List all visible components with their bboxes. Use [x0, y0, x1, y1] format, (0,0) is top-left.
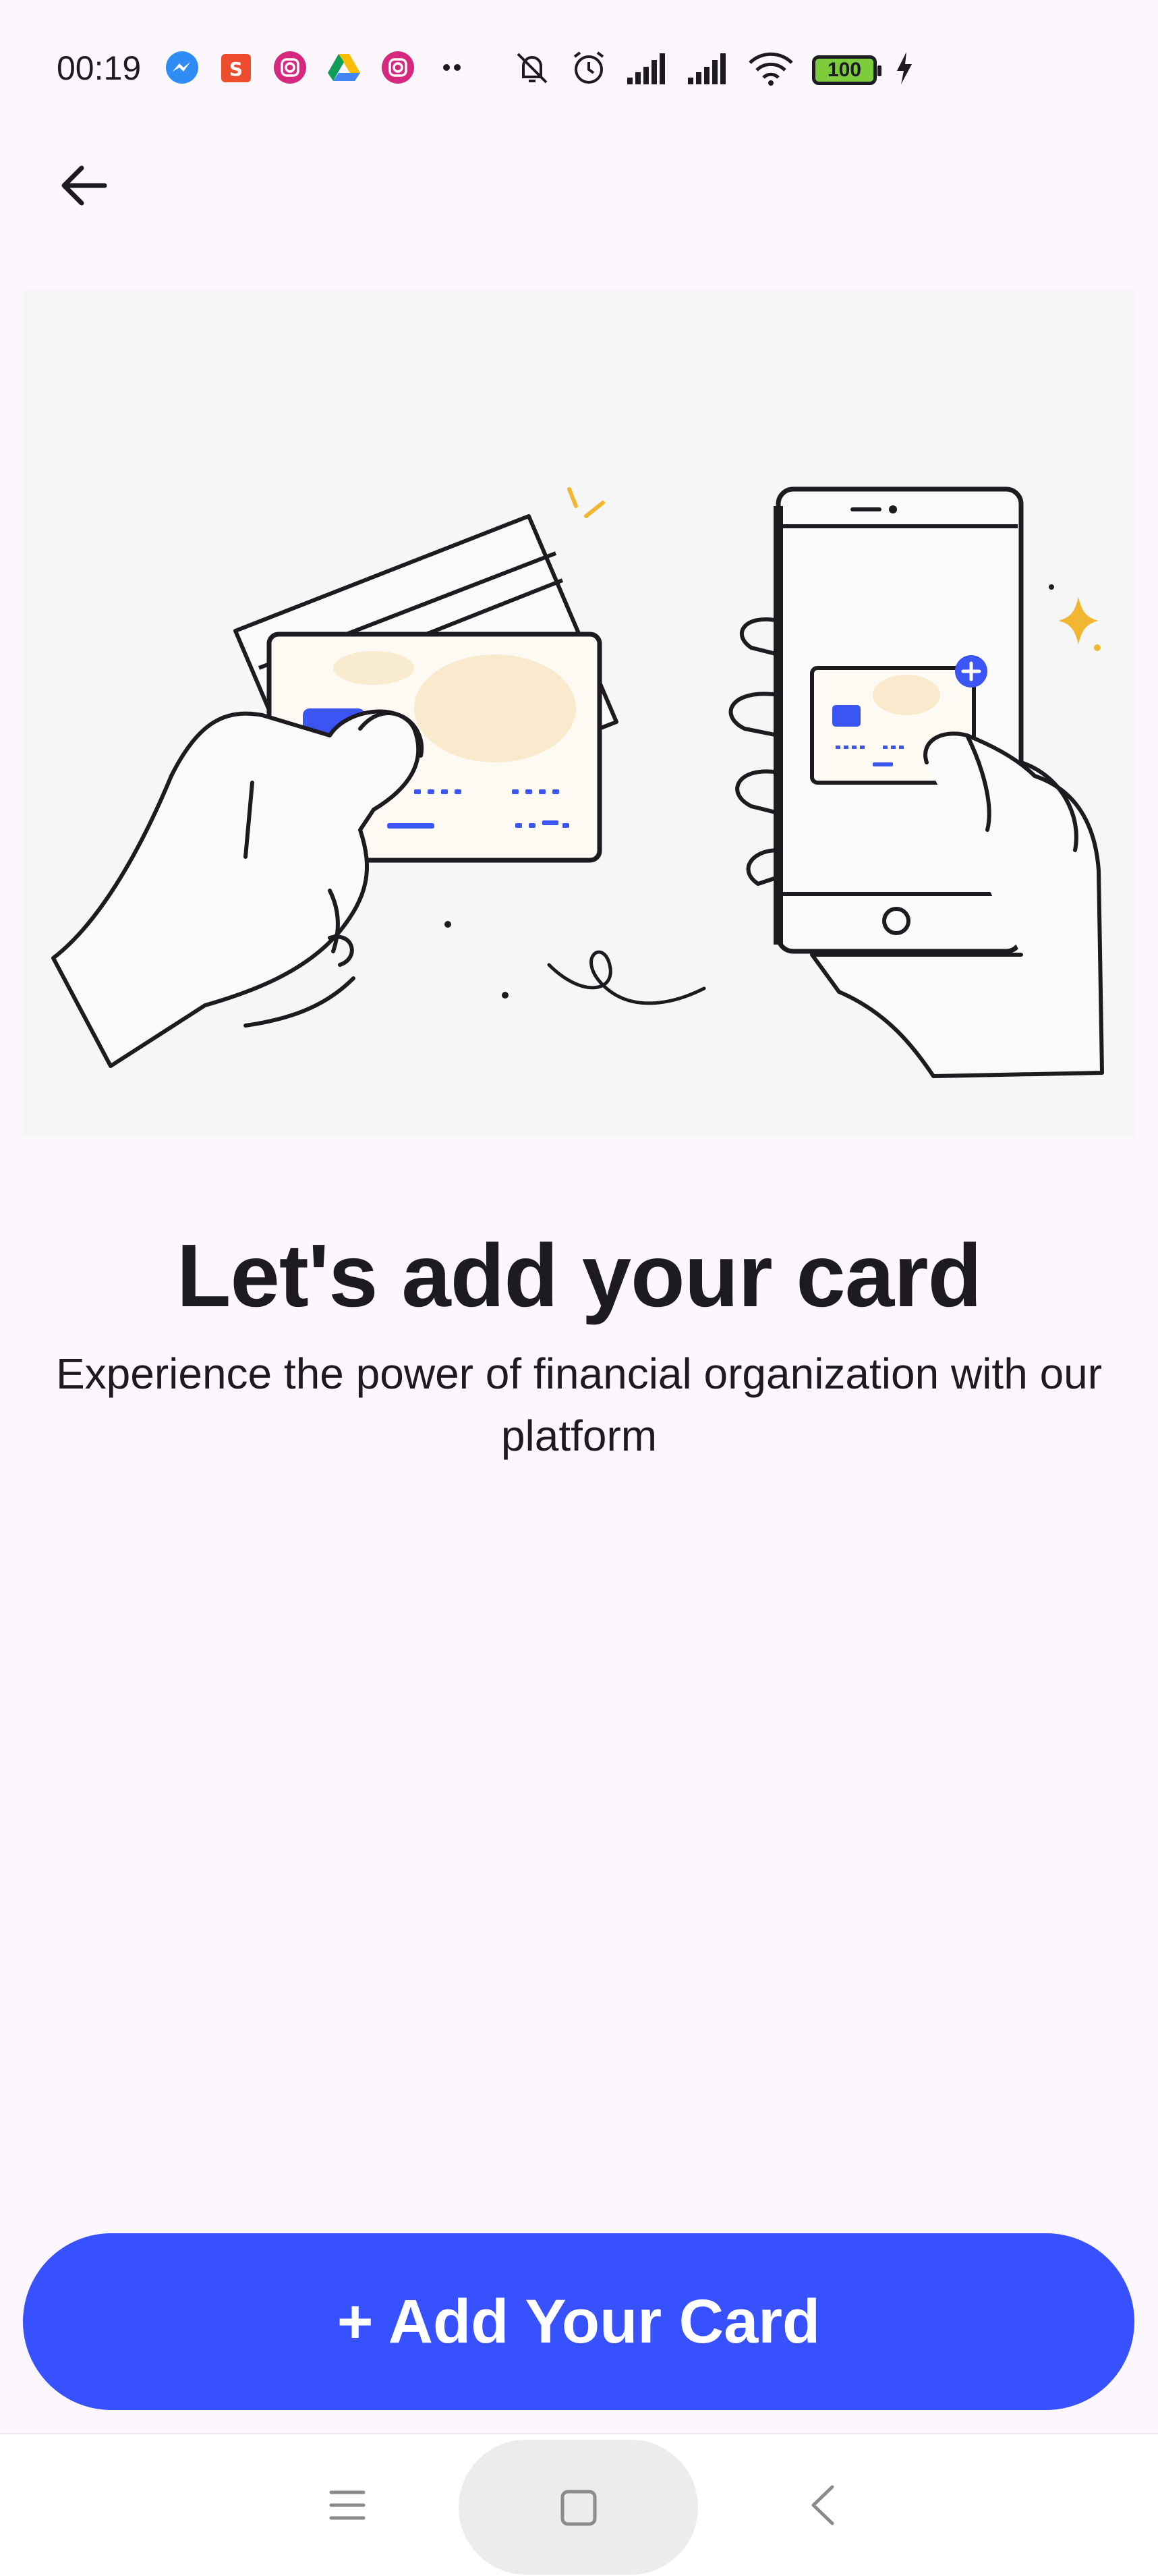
arrow-left-icon — [61, 165, 107, 206]
nav-back-button[interactable] — [786, 2468, 860, 2542]
page-subtitle: Experience the power of financial organi… — [55, 1349, 1103, 1460]
notification-icons: S — [165, 50, 469, 88]
muted-bell-icon — [513, 49, 552, 91]
instagram-icon — [380, 50, 415, 88]
instagram-icon — [272, 50, 308, 88]
back-chevron-icon — [811, 2485, 834, 2525]
signal-icon — [687, 51, 730, 89]
signal-icon — [626, 51, 669, 89]
add-card-button[interactable]: + Add Your Card — [23, 2233, 1134, 2410]
hands-holding-cards-and-phone-illustration — [23, 290, 1136, 1137]
charging-icon — [894, 51, 915, 89]
back-button[interactable] — [47, 148, 121, 223]
battery-icon: 100 — [812, 55, 881, 85]
sparkle-lines-decoration — [567, 487, 605, 518]
recent-apps-button[interactable] — [310, 2468, 384, 2542]
page-title: Let's add your card — [176, 1226, 982, 1325]
svg-text:S: S — [229, 58, 243, 80]
more-notifications-icon — [434, 50, 469, 88]
left-hand-illustration — [51, 709, 424, 1068]
menu-icon — [329, 2490, 366, 2520]
system-navigation-bar — [0, 2433, 1158, 2576]
system-icons: 100 — [513, 49, 915, 91]
wifi-icon — [747, 49, 794, 90]
dot-decoration — [444, 921, 451, 928]
status-bar: 00:19 S 100 — [0, 0, 1158, 135]
home-button[interactable] — [459, 2440, 698, 2575]
phone-illustration — [774, 486, 1024, 954]
status-time: 00:19 — [57, 49, 142, 87]
messenger-icon — [165, 50, 200, 88]
home-icon — [560, 2489, 598, 2530]
shopee-icon: S — [219, 50, 254, 88]
squiggle-decoration — [547, 950, 706, 1005]
star-sparkle-decoration — [1049, 584, 1101, 651]
dot-decoration — [502, 992, 509, 999]
google-drive-icon — [326, 50, 361, 88]
alarm-icon — [569, 49, 608, 91]
